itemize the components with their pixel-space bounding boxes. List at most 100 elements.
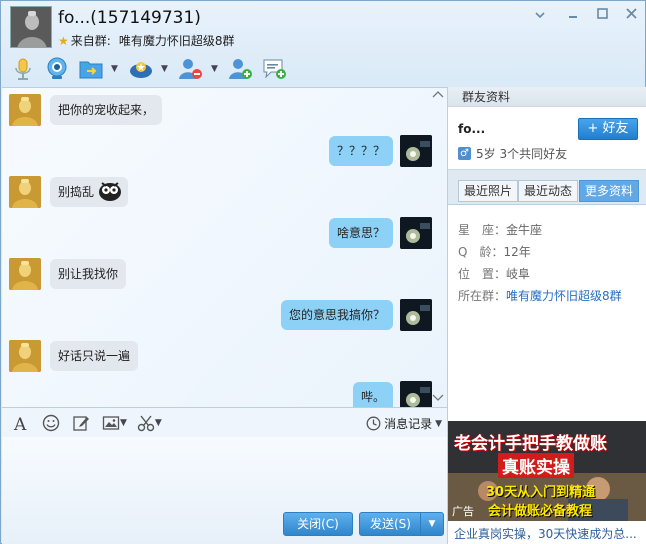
info-value: 12年	[503, 245, 531, 259]
sender-avatar[interactable]	[9, 94, 41, 126]
profile-tabs: 最近照片 最近动态 更多资料	[448, 169, 646, 205]
self-avatar[interactable]	[400, 299, 432, 331]
ad-banner[interactable]: 老会计手把手教做账 真账实操 30天从入门到精通 会计做账必备教程 广告	[448, 421, 646, 521]
message-row: 把你的宠收起来，	[2, 94, 447, 128]
info-label: 所在群：	[458, 289, 507, 303]
info-group-link[interactable]: 唯有魔力怀旧超级8群	[506, 289, 622, 303]
font-icon: A	[13, 415, 27, 432]
ad-tag: 广告	[452, 505, 474, 518]
screenshot-button[interactable]	[135, 412, 157, 434]
message-bubble: ？？？？	[329, 136, 394, 166]
block-user-button[interactable]	[177, 56, 205, 82]
scissors-icon	[137, 415, 155, 431]
minimize-button[interactable]	[562, 7, 584, 25]
user-remove-icon	[179, 59, 202, 79]
voice-call-button[interactable]	[9, 56, 37, 82]
message-bubble: 好话只说一遍	[50, 341, 139, 371]
ad-line-3: 30天从入门到精通	[486, 485, 596, 500]
info-label: 位 置：	[458, 267, 507, 281]
microphone-icon	[15, 58, 31, 80]
message-row: 您的意思我搞你？	[2, 299, 447, 333]
message-row: ？？？？	[2, 135, 447, 169]
user-add-icon	[229, 59, 252, 79]
message-input[interactable]: 关闭(C) 发送(S) ▼	[2, 437, 447, 544]
sender-avatar[interactable]	[9, 176, 41, 208]
info-label: Q 龄：	[458, 245, 504, 259]
edit-button[interactable]	[70, 412, 92, 434]
self-avatar[interactable]	[400, 381, 432, 407]
add-friend-toolbar-button[interactable]	[227, 56, 255, 82]
input-toolbar: A ▼ ▼ 消息记录 ▼	[2, 407, 447, 437]
contact-title: fo...(157149731)	[58, 8, 201, 28]
close-window-button[interactable]	[620, 7, 642, 25]
self-avatar[interactable]	[400, 217, 432, 249]
message-row: 哔。	[2, 381, 447, 407]
chevron-down-icon[interactable]: ▼	[211, 64, 221, 74]
message-list[interactable]: 把你的宠收起来， ？？？？ 别捣乱啥意思？ 别让我找你您的意思我搞你？ 好话只说一遍哔。	[2, 87, 447, 407]
image-icon	[102, 415, 120, 430]
group-apps-button[interactable]	[127, 56, 155, 82]
add-friend-button[interactable]: + 好友	[578, 118, 638, 140]
info-value: 金牛座	[506, 223, 543, 237]
maximize-button[interactable]	[591, 7, 613, 25]
message-bubble: 别让我找你	[50, 259, 127, 289]
tab-more-info[interactable]: 更多资料	[579, 180, 640, 202]
info-zodiac: 星 座：金牛座	[458, 221, 542, 238]
send-file-button[interactable]	[77, 56, 105, 82]
message-bubble: 啥意思？	[329, 218, 394, 248]
sender-avatar[interactable]	[9, 340, 41, 372]
self-avatar[interactable]	[400, 135, 432, 167]
message-history-label: 消息记录	[384, 417, 433, 431]
chevron-down-icon: ▼	[428, 519, 436, 529]
info-q-age: Q 龄：12年	[458, 243, 531, 260]
invite-chat-button[interactable]	[261, 56, 289, 82]
ad-line-2: 真账实操	[498, 453, 574, 478]
panel-header: 群友资料	[448, 87, 646, 107]
tab-recent-photos[interactable]: 最近照片	[458, 180, 519, 202]
send-button[interactable]: 发送(S)	[359, 512, 421, 536]
chevron-down-icon[interactable]: ▼	[120, 418, 127, 428]
message-row: 啥意思？	[2, 217, 447, 251]
age-mutual-friends: 5岁 3个共同好友	[476, 147, 568, 161]
chevron-down-icon[interactable]: ▼	[111, 64, 121, 74]
emoji-sticker-icon	[98, 180, 122, 205]
info-value: 岐阜	[506, 267, 531, 281]
chevron-down-icon[interactable]: ▼	[155, 418, 162, 428]
profile-age-line: ♂ 5岁 3个共同好友	[458, 145, 567, 162]
app-center-icon	[130, 62, 152, 78]
info-location: 位 置：岐阜	[458, 265, 530, 282]
emoji-button[interactable]	[40, 412, 62, 434]
image-button[interactable]	[100, 412, 122, 434]
tab-recent-activity[interactable]: 最近动态	[518, 180, 579, 202]
message-history-button[interactable]: 消息记录 ▼	[366, 415, 442, 432]
source-group[interactable]: 唯有魔力怀旧超级8群	[119, 34, 235, 48]
message-row: 别捣乱	[2, 176, 447, 210]
clock-icon	[366, 416, 381, 431]
chevron-down-icon[interactable]	[529, 7, 551, 25]
ad-caption-link[interactable]: 企业真岗实操，30天快速成为总...	[454, 525, 637, 542]
male-icon: ♂	[458, 147, 471, 160]
smiley-icon	[42, 414, 60, 431]
info-label: 星 座：	[458, 223, 507, 237]
main-toolbar: ▼ ▼ ▼	[9, 55, 289, 83]
source-prefix: 来自群:	[70, 34, 111, 48]
profile-name: fo...	[458, 122, 486, 136]
video-call-button[interactable]	[43, 56, 71, 82]
star-icon: ★	[58, 34, 69, 48]
chevron-down-icon[interactable]: ▼	[161, 64, 171, 74]
message-bubble: 哔。	[353, 382, 394, 407]
contact-avatar[interactable]	[10, 6, 52, 48]
info-group: 所在群：唯有魔力怀旧超级8群	[458, 287, 622, 304]
svg-text:A: A	[13, 415, 27, 432]
pencil-edit-icon	[73, 415, 89, 431]
folder-transfer-icon	[79, 61, 103, 79]
message-add-icon	[263, 59, 286, 79]
message-bubble: 您的意思我搞你？	[281, 300, 394, 330]
font-button[interactable]: A	[10, 412, 32, 434]
ad-line-4: 会计做账必备教程	[488, 504, 593, 519]
send-options-button[interactable]: ▼	[420, 512, 444, 536]
close-button[interactable]: 关闭(C)	[283, 512, 353, 536]
sender-avatar[interactable]	[9, 258, 41, 290]
message-row: 好话只说一遍	[2, 340, 447, 374]
member-profile-panel: 群友资料 fo... + 好友 ♂ 5岁 3个共同好友 最近照片 最近动态 更多…	[447, 87, 646, 544]
